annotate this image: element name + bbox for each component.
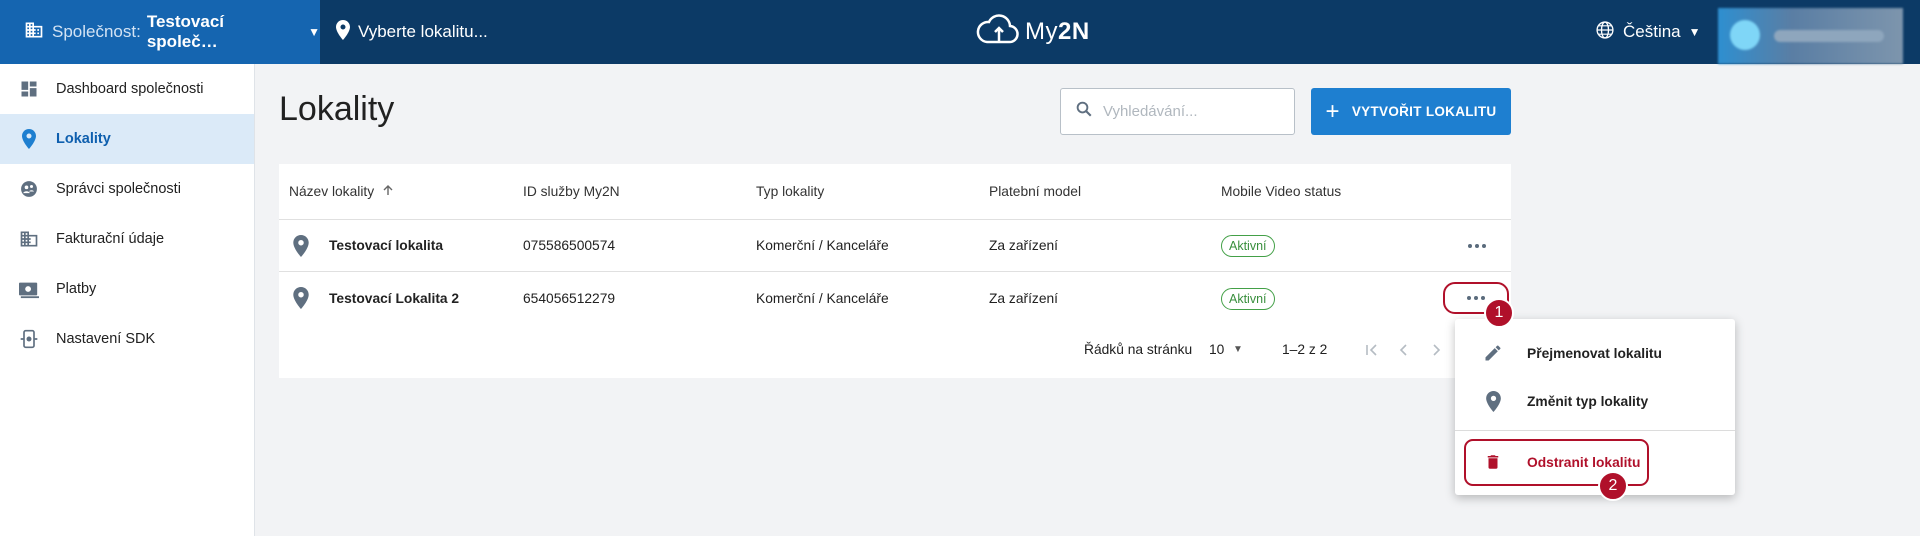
column-header-id[interactable]: ID služby My2N xyxy=(523,184,620,199)
admins-icon xyxy=(18,178,40,200)
plus-icon: + xyxy=(1325,97,1340,125)
column-header-status[interactable]: Mobile Video status xyxy=(1221,184,1341,199)
search-input[interactable] xyxy=(1103,103,1283,120)
first-page-icon[interactable] xyxy=(1360,338,1384,362)
company-building-icon xyxy=(24,20,44,45)
menu-divider xyxy=(1455,430,1735,431)
callout-step-1: 1 xyxy=(1484,298,1514,328)
menu-item-rename[interactable]: Přejmenovat lokalitu xyxy=(1455,329,1735,377)
rows-per-page-label: Řádků na stránku xyxy=(1084,342,1193,357)
location-pin-icon xyxy=(18,128,40,150)
sidebar-item-label: Správci společnosti xyxy=(56,181,181,197)
location-pin-icon xyxy=(293,234,309,257)
menu-item-label: Změnit typ lokality xyxy=(1527,393,1649,409)
location-pin-icon xyxy=(1481,389,1505,413)
logo-text-my: My xyxy=(1025,18,1058,45)
page-title: Lokality xyxy=(279,90,395,128)
pagination: Řádků na stránku 10 ▼ 1–2 z 2 xyxy=(279,324,1511,378)
user-menu-blurred[interactable] xyxy=(1718,8,1903,64)
sidebar-item-payments[interactable]: Platby xyxy=(0,264,254,314)
service-id: 075586500574 xyxy=(523,238,616,253)
location-name[interactable]: Testovací Lokalita 2 xyxy=(329,291,459,306)
dashboard-icon xyxy=(18,78,40,100)
globe-icon xyxy=(1595,20,1615,45)
sidebar-item-label: Nastavení SDK xyxy=(56,331,156,347)
company-value: Testovací společ… xyxy=(146,12,225,51)
column-header-name[interactable]: Název lokality xyxy=(289,184,394,199)
sidebar-item-billing[interactable]: Fakturační údaje xyxy=(0,214,254,264)
create-location-label: VYTVOŘIT LOKALITU xyxy=(1351,104,1497,119)
avatar xyxy=(1730,20,1760,50)
payment-model: Za zařízení xyxy=(989,238,1059,253)
previous-page-icon[interactable] xyxy=(1392,338,1416,362)
search-box[interactable] xyxy=(1060,88,1295,135)
chevron-down-icon: ▼ xyxy=(308,25,320,39)
location-name[interactable]: Testovací lokalita xyxy=(329,238,443,253)
sidebar-item-lokality[interactable]: Lokality xyxy=(0,114,254,164)
location-selector[interactable]: Vyberte lokalitu... xyxy=(336,0,488,64)
language-label: Čeština xyxy=(1623,22,1681,41)
table-row[interactable]: Testovací Lokalita 2 654056512279 Komerč… xyxy=(279,272,1511,324)
menu-item-change-type[interactable]: Změnit typ lokality xyxy=(1455,377,1735,425)
top-bar: Společnost: Testovací společ… ▼ Vyberte … xyxy=(0,0,1920,64)
status-badge: Aktivní xyxy=(1221,287,1275,310)
sidebar-item-label: Fakturační údaje xyxy=(56,231,165,247)
company-selector[interactable]: Společnost: Testovací společ… ▼ xyxy=(0,0,320,64)
my2n-logo[interactable]: My2N xyxy=(975,10,1090,54)
sidebar-item-label: Platby xyxy=(56,281,97,297)
search-icon xyxy=(1075,100,1093,123)
sdk-icon xyxy=(18,328,40,350)
callout-step-2: 2 xyxy=(1598,471,1628,501)
column-header-payment[interactable]: Platební model xyxy=(989,184,1081,199)
sidebar: Dashboard společnosti Lokality Správci s… xyxy=(0,64,255,536)
location-type: Komerční / Kanceláře xyxy=(756,290,889,306)
sidebar-item-label: Lokality xyxy=(56,131,111,147)
location-pin-icon xyxy=(293,287,309,309)
language-selector[interactable]: Čeština ▼ xyxy=(1595,0,1701,64)
column-header-type[interactable]: Typ lokality xyxy=(756,184,824,199)
page-range: 1–2 z 2 xyxy=(1282,342,1328,357)
payment-model: Za zařízení xyxy=(989,290,1059,306)
sidebar-item-admins[interactable]: Správci společnosti xyxy=(0,164,254,214)
create-location-button[interactable]: + VYTVOŘIT LOKALITU xyxy=(1311,88,1511,135)
sidebar-item-label: Dashboard společnosti xyxy=(56,81,204,97)
location-placeholder: Vyberte lokalitu... xyxy=(358,22,488,41)
locations-table: Název lokality ID služby My2N Typ lokali… xyxy=(279,164,1511,378)
payments-icon xyxy=(18,278,40,300)
chevron-down-icon: ▼ xyxy=(1688,25,1701,39)
user-name-blurred xyxy=(1774,30,1884,42)
service-id: 654056512279 xyxy=(523,290,616,306)
pencil-icon xyxy=(1481,341,1505,365)
location-type: Komerční / Kanceláře xyxy=(756,238,889,253)
company-label: Společnost: xyxy=(52,22,141,41)
cloud-logo-icon xyxy=(975,12,1021,53)
table-row[interactable]: Testovací lokalita 075586500574 Komerční… xyxy=(279,220,1511,272)
logo-text-2n: 2N xyxy=(1058,18,1090,45)
rows-per-page-select[interactable]: 10 xyxy=(1209,342,1224,357)
table-header: Název lokality ID služby My2N Typ lokali… xyxy=(279,164,1511,220)
chevron-down-icon[interactable]: ▼ xyxy=(1233,344,1243,355)
sort-arrow-up-icon xyxy=(382,184,394,199)
building-icon xyxy=(18,228,40,250)
status-badge: Aktivní xyxy=(1221,235,1275,257)
sidebar-item-sdk[interactable]: Nastavení SDK xyxy=(0,314,254,364)
location-pin-icon xyxy=(336,19,350,45)
next-page-icon[interactable] xyxy=(1424,338,1448,362)
header-label: Název lokality xyxy=(289,184,375,199)
menu-item-label: Přejmenovat lokalitu xyxy=(1527,345,1662,361)
more-actions-icon[interactable] xyxy=(1459,232,1495,260)
sidebar-item-dashboard[interactable]: Dashboard společnosti xyxy=(0,64,254,114)
